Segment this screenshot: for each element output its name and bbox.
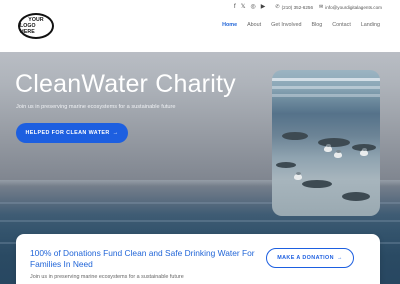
facebook-icon[interactable]: f [234,4,236,10]
arrow-right-icon: → [112,130,119,136]
rock [302,180,332,188]
logo-line-2: LOGO HERE [20,23,36,35]
donation-button-label: MAKE A DONATION [277,255,334,261]
nav-about[interactable]: About [247,22,261,28]
nav-landing[interactable]: Landing [361,22,380,28]
arrow-right-icon: → [336,255,343,261]
seagull [360,148,368,156]
hero-subtitle: Join us in preserving marine ecosystems … [16,104,176,110]
nav-blog[interactable]: Blog [311,22,322,28]
hero-button-label: HELPED FOR CLEAN WATER [25,130,110,136]
donation-card-title: 100% of Donations Fund Clean and Safe Dr… [30,248,255,269]
seagulls-beach-photo [272,70,380,216]
email-address: info@yourdigitalagents.com [325,4,382,10]
email-contact[interactable]: ✉ info@yourdigitalagents.com [319,4,382,10]
surf-foam [272,94,380,97]
phone-contact[interactable]: ✆ (210) 352-6256 [275,4,313,10]
seagull [334,150,342,158]
nav-contact[interactable]: Contact [332,22,351,28]
rock [318,138,350,147]
mail-icon: ✉ [319,4,324,10]
phone-number: (210) 352-6256 [281,4,314,10]
top-bar: f 𝕏 ◎ ▶ ✆ (210) 352-6256 ✉ info@yourdigi… [234,2,382,12]
site-logo[interactable]: YOUR LOGO HERE [18,13,54,39]
seagull [294,172,302,180]
nav-get-involved[interactable]: Get Involved [271,22,301,28]
site-header: f 𝕏 ◎ ▶ ✆ (210) 352-6256 ✉ info@yourdigi… [0,0,400,52]
rock [342,192,370,201]
rock [282,132,308,140]
phone-icon: ✆ [275,4,280,10]
donation-card: 100% of Donations Fund Clean and Safe Dr… [16,234,380,284]
helped-for-clean-water-button[interactable]: HELPED FOR CLEAN WATER → [16,123,128,143]
x-icon[interactable]: 𝕏 [241,4,246,10]
nav-home[interactable]: Home [222,22,237,28]
surf-foam [272,78,380,81]
make-a-donation-button[interactable]: MAKE A DONATION → [266,248,354,268]
donation-card-subtitle: Join us in preserving marine ecosystems … [30,274,184,280]
instagram-icon[interactable]: ◎ [251,4,256,10]
rock [276,162,296,168]
main-nav: Home About Get Involved Blog Contact Lan… [222,22,380,28]
wave-line [0,220,400,222]
social-links: f 𝕏 ◎ ▶ [234,4,265,10]
seagull [324,144,332,152]
surf-foam [272,86,380,89]
hero-title: CleanWater Charity [15,70,236,98]
youtube-icon[interactable]: ▶ [261,4,266,10]
